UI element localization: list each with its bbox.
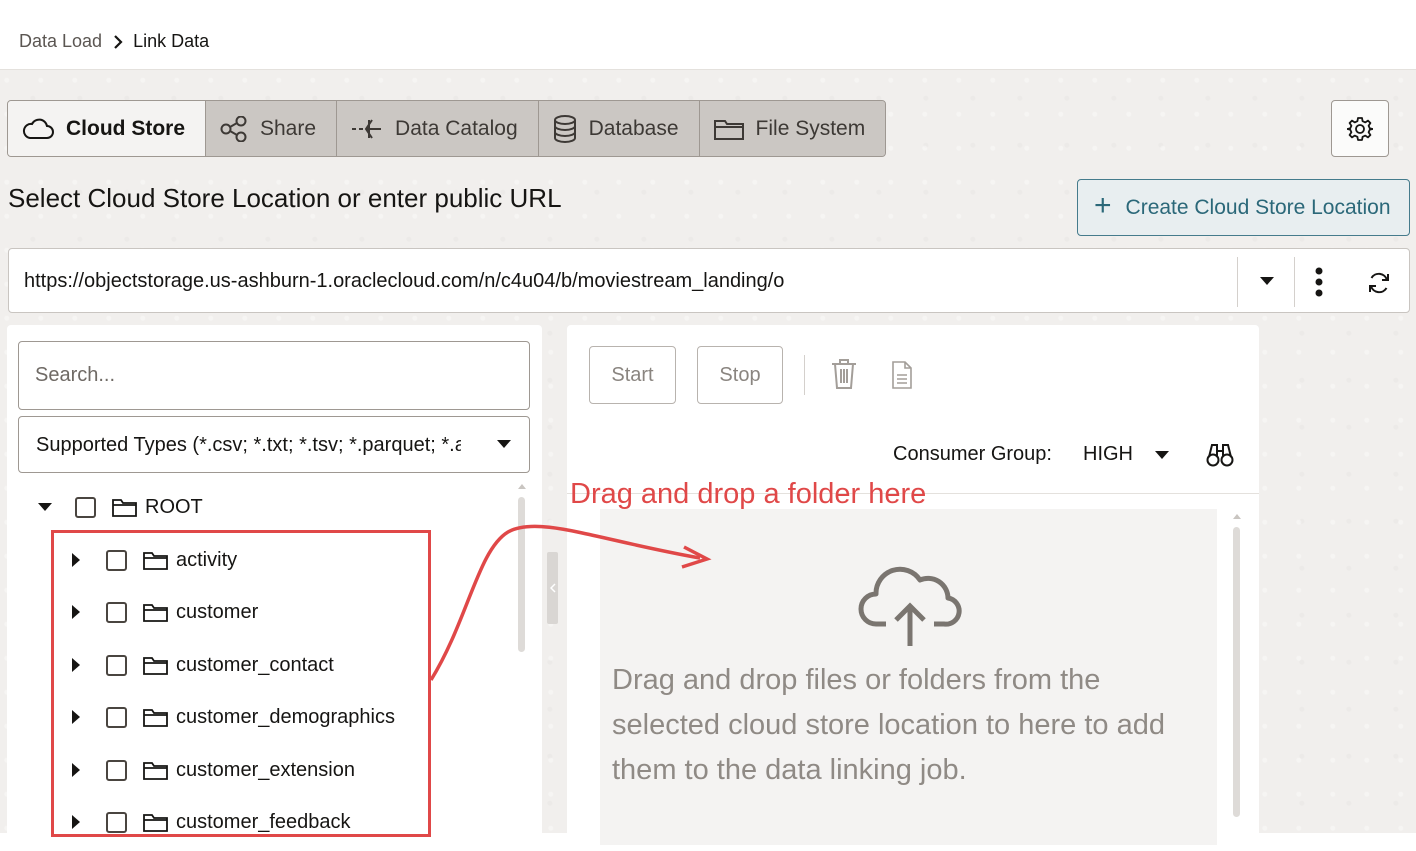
document-icon[interactable] [891, 361, 913, 389]
cloud-icon [22, 118, 54, 139]
scroll-up-icon[interactable] [1233, 514, 1241, 519]
tab-share[interactable]: Share [206, 101, 338, 156]
divider [1294, 257, 1295, 307]
consumer-group-label: Consumer Group: [893, 443, 1052, 465]
tree-item-root[interactable]: ROOT [35, 492, 203, 522]
breadcrumb: Data Load Link Data [19, 31, 209, 52]
annotation-highlight-box [51, 530, 431, 837]
tab-label: File System [755, 116, 866, 140]
tab-file-system[interactable]: File System [699, 101, 886, 156]
divider [804, 355, 805, 395]
url-value[interactable]: https://objectstorage.us-ashburn-1.oracl… [24, 270, 784, 293]
tab-label: Cloud Store [66, 116, 185, 140]
chevron-right-icon [114, 34, 123, 49]
trash-icon[interactable] [830, 358, 858, 390]
breadcrumb-data-load[interactable]: Data Load [19, 31, 102, 52]
divider [1237, 257, 1238, 307]
tab-label: Data Catalog [395, 116, 518, 140]
annotation-label: Drag and drop a folder here [570, 478, 927, 510]
start-button[interactable]: Start [589, 346, 676, 404]
source-tabs: Cloud Store Share Data Catalog Database … [7, 100, 887, 157]
share-icon [220, 115, 247, 142]
stop-button[interactable]: Stop [697, 346, 783, 404]
cloud-upload-icon [858, 566, 962, 646]
tab-data-catalog[interactable]: Data Catalog [337, 101, 539, 156]
gear-icon [1347, 116, 1373, 141]
search-input[interactable]: Search... [18, 341, 530, 410]
scroll-up-icon[interactable] [518, 484, 526, 489]
tab-label: Share [260, 116, 317, 140]
top-bar: Data Load Link Data [0, 0, 1416, 70]
create-cloud-store-location-button[interactable]: + Create Cloud Store Location [1077, 179, 1410, 236]
tab-cloud-store[interactable]: Cloud Store [8, 101, 206, 156]
binoculars-icon[interactable] [1206, 442, 1234, 468]
supported-types-value: Supported Types (*.csv; *.txt; *.tsv; *.… [36, 434, 461, 456]
cloud-store-url-field[interactable]: https://objectstorage.us-ashburn-1.oracl… [8, 248, 1410, 313]
folder-icon [112, 498, 137, 517]
dropdown-caret-icon[interactable] [1259, 276, 1275, 286]
annotation-arrow-icon [429, 524, 712, 681]
data-catalog-icon [352, 118, 382, 139]
tab-database[interactable]: Database [538, 101, 700, 156]
create-button-label: Create Cloud Store Location [1125, 195, 1391, 219]
supported-types-select[interactable]: Supported Types (*.csv; *.txt; *.tsv; *.… [18, 416, 530, 473]
settings-button[interactable] [1331, 100, 1389, 157]
consumer-group-select[interactable]: HIGH [1083, 443, 1133, 466]
dropdown-caret-icon [497, 440, 511, 448]
tab-label: Database [588, 116, 679, 140]
folder-icon [713, 119, 744, 140]
more-options-icon[interactable] [1315, 267, 1323, 297]
section-title: Select Cloud Store Location or enter pub… [8, 183, 562, 213]
breadcrumb-link-data: Link Data [133, 31, 210, 51]
dropdown-caret-icon[interactable] [1154, 450, 1170, 460]
tree-item-label: ROOT [145, 495, 203, 518]
plus-icon: + [1094, 188, 1112, 222]
database-icon [553, 114, 576, 143]
drop-zone-scrollbar[interactable] [1233, 527, 1240, 817]
root-checkbox[interactable] [75, 496, 96, 518]
refresh-icon[interactable] [1367, 271, 1391, 295]
collapse-icon[interactable] [35, 502, 55, 512]
